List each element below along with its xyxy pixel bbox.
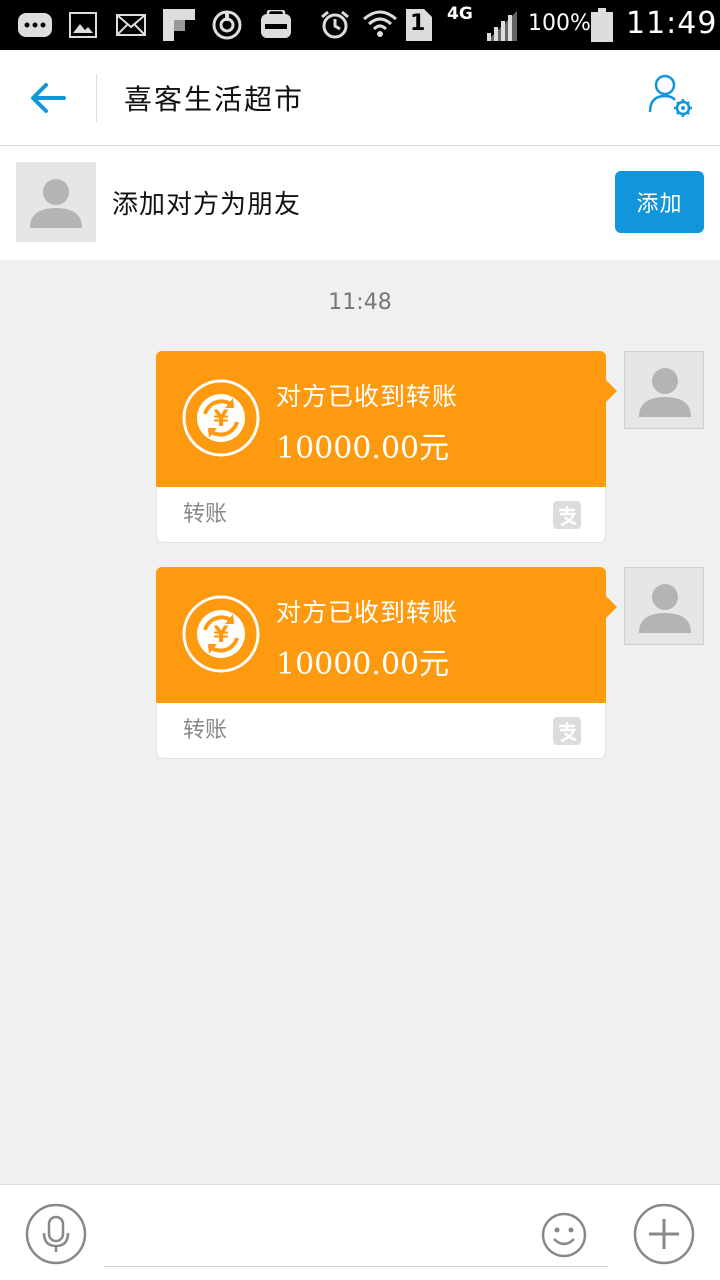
plus-icon bbox=[633, 1203, 695, 1265]
image-icon bbox=[68, 10, 98, 40]
transfer-label: 转账 bbox=[183, 502, 228, 527]
transfer-card-header: ¥ 对方已收到转账 10000.00元 bbox=[156, 351, 617, 487]
input-bar bbox=[0, 1184, 720, 1280]
clock: 11:49 bbox=[626, 6, 718, 41]
transfer-message-card[interactable]: ¥ 对方已收到转账 10000.00元 转账 bbox=[156, 567, 617, 759]
chat-header: 喜客生活超市 bbox=[0, 50, 720, 146]
avatar bbox=[16, 162, 96, 242]
transfer-icon: ¥ bbox=[182, 379, 260, 457]
wifi-icon bbox=[362, 10, 398, 40]
svg-text:¥: ¥ bbox=[213, 623, 229, 648]
transfer-amount: 10000.00元 bbox=[276, 431, 450, 466]
alipay-icon bbox=[553, 717, 581, 745]
default-avatar-icon bbox=[639, 584, 691, 633]
mail-icon bbox=[115, 10, 147, 40]
galaxy-icon bbox=[258, 10, 294, 40]
signal-icon bbox=[484, 10, 520, 41]
bubble-arrow bbox=[605, 595, 617, 619]
header-divider bbox=[96, 74, 97, 122]
page-title: 喜客生活超市 bbox=[124, 83, 305, 116]
transfer-message-card[interactable]: ¥ 对方已收到转账 10000.00元 转账 bbox=[156, 351, 617, 543]
back-button[interactable] bbox=[24, 76, 72, 120]
emoji-button[interactable] bbox=[540, 1211, 588, 1259]
status-bar: 1 4G 100% 11:49 bbox=[0, 0, 720, 50]
microphone-icon bbox=[25, 1203, 87, 1265]
network-label: 4G bbox=[447, 4, 473, 24]
bubble-arrow bbox=[605, 379, 617, 403]
flipboard-icon bbox=[162, 9, 196, 41]
message-timestamp: 11:48 bbox=[328, 290, 392, 315]
avatar[interactable] bbox=[624, 351, 704, 429]
transfer-status: 对方已收到转账 bbox=[276, 382, 459, 411]
add-friend-button[interactable]: 添加 bbox=[615, 171, 704, 233]
user-settings-icon bbox=[648, 74, 692, 117]
emoji-icon bbox=[541, 1212, 587, 1258]
alipay-icon bbox=[553, 501, 581, 529]
transfer-label: 转账 bbox=[183, 718, 228, 743]
more-actions-button[interactable] bbox=[633, 1203, 695, 1265]
add-friend-bar: 添加对方为朋友 添加 bbox=[0, 146, 720, 260]
battery-icon bbox=[590, 8, 614, 42]
arrow-left-icon bbox=[31, 83, 66, 113]
svg-text:¥: ¥ bbox=[213, 407, 229, 432]
message-input[interactable] bbox=[104, 1205, 608, 1267]
transfer-status: 对方已收到转账 bbox=[276, 598, 459, 627]
sim-number: 1 bbox=[410, 11, 426, 36]
transfer-card-header: ¥ 对方已收到转账 10000.00元 bbox=[156, 567, 617, 703]
default-avatar-icon bbox=[30, 179, 82, 228]
transfer-icon: ¥ bbox=[182, 595, 260, 673]
chat-settings-button[interactable] bbox=[644, 72, 696, 124]
avatar[interactable] bbox=[624, 567, 704, 645]
battery-percent: 100% bbox=[528, 11, 591, 36]
more-icon bbox=[18, 10, 52, 40]
default-avatar-icon bbox=[639, 368, 691, 417]
transfer-amount: 10000.00元 bbox=[276, 647, 450, 682]
sync-icon bbox=[210, 10, 244, 40]
add-friend-text: 添加对方为朋友 bbox=[112, 190, 302, 220]
voice-input-button[interactable] bbox=[25, 1203, 87, 1265]
alarm-icon bbox=[318, 10, 352, 40]
